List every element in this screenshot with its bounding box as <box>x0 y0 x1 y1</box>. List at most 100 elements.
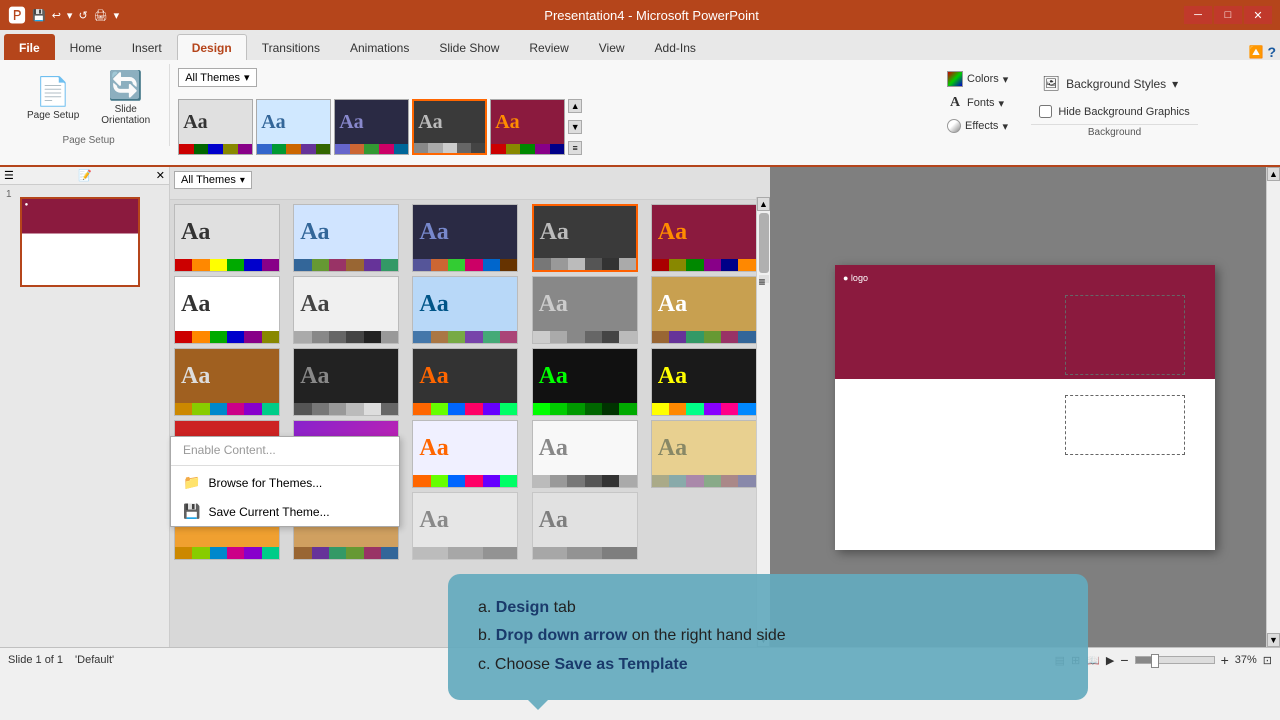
tooltip-c-prefix: c. Choose <box>478 656 554 673</box>
theme-item-24[interactable]: Aa <box>532 492 638 560</box>
ribbon-group-page-setup: 📄 Page Setup 🔄 SlideOrientation Page Set… <box>8 64 170 146</box>
slide-scroll-down[interactable]: ▼ <box>1267 633 1280 647</box>
slide-number: 1 <box>6 189 12 200</box>
page-setup-button[interactable]: 📄 Page Setup <box>18 70 88 126</box>
quick-access-undo[interactable]: ↩ <box>52 9 61 22</box>
tab-file[interactable]: File <box>4 34 55 60</box>
theme-item-20[interactable]: Aa <box>651 420 757 488</box>
slide-orientation-button[interactable]: 🔄 SlideOrientation <box>92 64 159 131</box>
hide-background-label: Hide Background Graphics <box>1058 106 1189 118</box>
theme-item-23[interactable]: Aa <box>412 492 518 560</box>
theme-item-7[interactable]: Aa <box>293 276 399 344</box>
tab-transitions[interactable]: Transitions <box>247 34 335 60</box>
theme-preview-3[interactable]: Aa <box>334 99 409 155</box>
theme-item-13[interactable]: Aa <box>412 348 518 416</box>
zoom-handle[interactable] <box>1151 654 1159 668</box>
theme-item-11[interactable]: Aa <box>174 348 280 416</box>
theme-item-19[interactable]: Aa <box>532 420 638 488</box>
tab-design[interactable]: Design <box>177 34 247 60</box>
view-reading[interactable]: 📖 <box>1086 654 1100 667</box>
quick-access-print[interactable]: 🖨 <box>94 9 108 22</box>
theme-item-15[interactable]: Aa <box>651 348 757 416</box>
slide-panel: ☰ 📝 ✕ 1 ● <box>0 167 170 647</box>
zoom-slider[interactable] <box>1135 656 1215 664</box>
background-styles-button[interactable]: 🖼 Background Styles ▾ <box>1031 68 1197 99</box>
slide-scrollbar-v[interactable]: ▲ ▼ <box>1266 167 1280 647</box>
outline-view-icon[interactable]: 📝 <box>78 169 92 182</box>
ribbon-collapse-btn[interactable]: 🔼 <box>1248 45 1263 59</box>
theme-item-1[interactable]: Aa <box>174 204 280 272</box>
scroll-up-arrow[interactable]: ▲ <box>757 197 770 211</box>
tab-animations[interactable]: Animations <box>335 34 424 60</box>
tooltip-b-prefix: b. <box>478 627 496 644</box>
ribbon: 📄 Page Setup 🔄 SlideOrientation Page Set… <box>0 60 1280 167</box>
zoom-level: 37% <box>1235 654 1257 666</box>
dropdown-browse-themes[interactable]: 📁 Browse for Themes... <box>171 468 399 497</box>
slide-panel-close[interactable]: ✕ <box>156 169 165 182</box>
view-slideshow[interactable]: ▶ <box>1106 654 1114 667</box>
zoom-out[interactable]: − <box>1120 652 1128 668</box>
hide-background-row: Hide Background Graphics <box>1031 101 1197 122</box>
theme-item-6[interactable]: Aa <box>174 276 280 344</box>
slide-textbox-2[interactable] <box>1065 395 1185 455</box>
fonts-arrow: ▾ <box>999 97 1005 110</box>
theme-preview-active[interactable]: Aa <box>412 99 487 155</box>
theme-preview-5[interactable]: Aa <box>490 99 565 155</box>
slide-panel-header: ☰ 📝 ✕ <box>0 167 169 185</box>
colors-icon <box>947 71 963 87</box>
theme-item-8[interactable]: Aa <box>412 276 518 344</box>
maximize-button[interactable]: □ <box>1214 6 1242 24</box>
effects-label: Effects <box>965 120 998 132</box>
effects-button[interactable]: Effects ▾ <box>940 116 1015 136</box>
theme-item-14[interactable]: Aa <box>532 348 638 416</box>
themes-dropdown[interactable]: All Themes ▾ <box>178 68 256 87</box>
slide-scroll-up[interactable]: ▲ <box>1267 167 1280 181</box>
hide-background-checkbox[interactable] <box>1039 105 1052 118</box>
tooltip-line-c: c. Choose Save as Template <box>478 651 1058 680</box>
close-button[interactable]: ✕ <box>1244 6 1272 24</box>
slide-textbox-1[interactable] <box>1065 295 1185 375</box>
scroll-grip: ≡ <box>759 275 769 283</box>
theme-item-2[interactable]: Aa <box>293 204 399 272</box>
theme-item-5[interactable]: Aa <box>651 204 757 272</box>
zoom-track <box>1136 657 1152 663</box>
save-theme-icon: 💾 <box>183 503 200 520</box>
slide-thumbnail[interactable]: ● <box>20 197 140 287</box>
theme-item-9[interactable]: Aa <box>532 276 638 344</box>
zoom-in[interactable]: + <box>1221 652 1229 668</box>
scroll-thumb[interactable] <box>759 213 769 273</box>
tab-insert[interactable]: Insert <box>117 34 177 60</box>
tab-view[interactable]: View <box>584 34 640 60</box>
themes-filter-arrow: ▾ <box>240 175 245 186</box>
theme-item-12[interactable]: Aa <box>293 348 399 416</box>
dropdown-save-theme[interactable]: 💾 Save Current Theme... <box>171 497 399 526</box>
fit-window[interactable]: ⊡ <box>1263 654 1272 667</box>
themes-grid-header: All Themes ▾ <box>170 167 770 200</box>
slide-orientation-label: SlideOrientation <box>101 104 150 126</box>
theme-item-10[interactable]: Aa <box>651 276 757 344</box>
quick-access-redo[interactable]: ↺ <box>78 9 87 22</box>
slide-item-1[interactable]: 1 ● <box>0 185 169 299</box>
theme-preview-2[interactable]: Aa <box>256 99 331 155</box>
theme-item-18[interactable]: Aa <box>412 420 518 488</box>
theme-preview-1[interactable]: Aa <box>178 99 253 155</box>
quick-access-save[interactable]: 💾 <box>32 9 46 22</box>
colors-arrow: ▾ <box>1003 73 1009 86</box>
tab-addins[interactable]: Add-Ins <box>640 34 711 60</box>
tab-slideshow[interactable]: Slide Show <box>424 34 514 60</box>
browse-themes-label: Browse for Themes... <box>208 476 322 490</box>
help-btn[interactable]: ? <box>1267 44 1276 60</box>
themes-scroll[interactable]: ▲ ▼ ≡ <box>568 99 582 155</box>
theme-item-4-active[interactable]: Aa <box>532 204 638 272</box>
slide-canvas[interactable]: ● logo <box>835 265 1215 550</box>
tab-review[interactable]: Review <box>514 34 583 60</box>
colors-button[interactable]: Colors ▾ <box>940 68 1015 90</box>
fonts-button[interactable]: A Fonts ▾ <box>940 92 1015 114</box>
tab-home[interactable]: Home <box>55 34 117 60</box>
slides-view-icon[interactable]: ☰ <box>4 169 14 182</box>
themes-filter-dropdown[interactable]: All Themes ▾ <box>174 171 252 189</box>
quick-access-dropdown[interactable]: ▾ <box>67 9 73 22</box>
theme-item-3[interactable]: Aa <box>412 204 518 272</box>
ribbon-tab-bar: File Home Insert Design Transitions Anim… <box>0 30 1280 60</box>
minimize-button[interactable]: ─ <box>1184 6 1212 24</box>
